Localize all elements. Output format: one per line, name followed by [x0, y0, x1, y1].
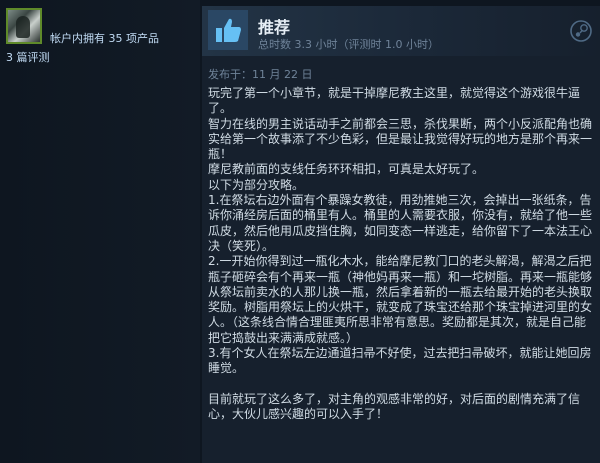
avatar[interactable] — [6, 8, 42, 44]
reviews-count-link[interactable]: 3 篇评测 — [6, 49, 50, 65]
review-paragraph: 摩尼教前面的支线任务环环相扣，可真是太好玩了。 — [208, 162, 485, 177]
author-panel: 帐户内拥有 35 项产品 3 篇评测 — [0, 0, 200, 463]
review-paragraph: 2.一开始你得到过一瓶化木水，能给摩尼教门口的老头解渴，解渴之后把瓶子砸碎会有个… — [208, 254, 593, 345]
review-paragraph: 目前就玩了这么多了，对主角的观感非常的好，对后面的剧情充满了信心，大伙儿感兴趣的… — [208, 391, 581, 422]
review-header[interactable]: 推荐 总时数 3.3 小时（评测时 1.0 小时） — [202, 6, 600, 56]
review-paragraph: 1.在祭坛右边外面有个暴躁女教徒，用劲推她三次，会掉出一张纸条，告诉你涌经房后面… — [208, 193, 593, 253]
review-paragraph: 3.有个女人在祭坛左边通道扫帚不好使，过去把扫帚破坏，就能让她回房睡觉。 — [208, 346, 592, 376]
products-owned-link[interactable]: 帐户内拥有 35 项产品 — [50, 30, 159, 46]
thumbs-up-icon — [208, 10, 248, 50]
review-card: 推荐 总时数 3.3 小时（评测时 1.0 小时） 发布于：11 月 22 日 … — [202, 6, 600, 463]
review-body: 玩完了第一个小章节，就是干掉摩尼教主这里，就觉得这个游戏很牛逼了。 智力在线的男… — [208, 86, 594, 423]
review-paragraph: 智力在线的男主说话动手之前都会三思，杀伐果断，两个小反派配角也确实给第一个故事添… — [208, 116, 593, 162]
review-paragraph: 玩完了第一个小章节，就是干掉摩尼教主这里，就觉得这个游戏很牛逼了。 — [208, 86, 581, 116]
posted-date: 发布于：11 月 22 日 — [208, 68, 313, 81]
recommendation-title: 推荐 — [258, 18, 291, 37]
playtime-info: 总时数 3.3 小时（评测时 1.0 小时） — [258, 38, 439, 51]
steam-logo-icon — [570, 20, 592, 42]
avatar-image — [16, 16, 30, 38]
review-paragraph: 以下为部分攻略。 — [208, 177, 305, 192]
